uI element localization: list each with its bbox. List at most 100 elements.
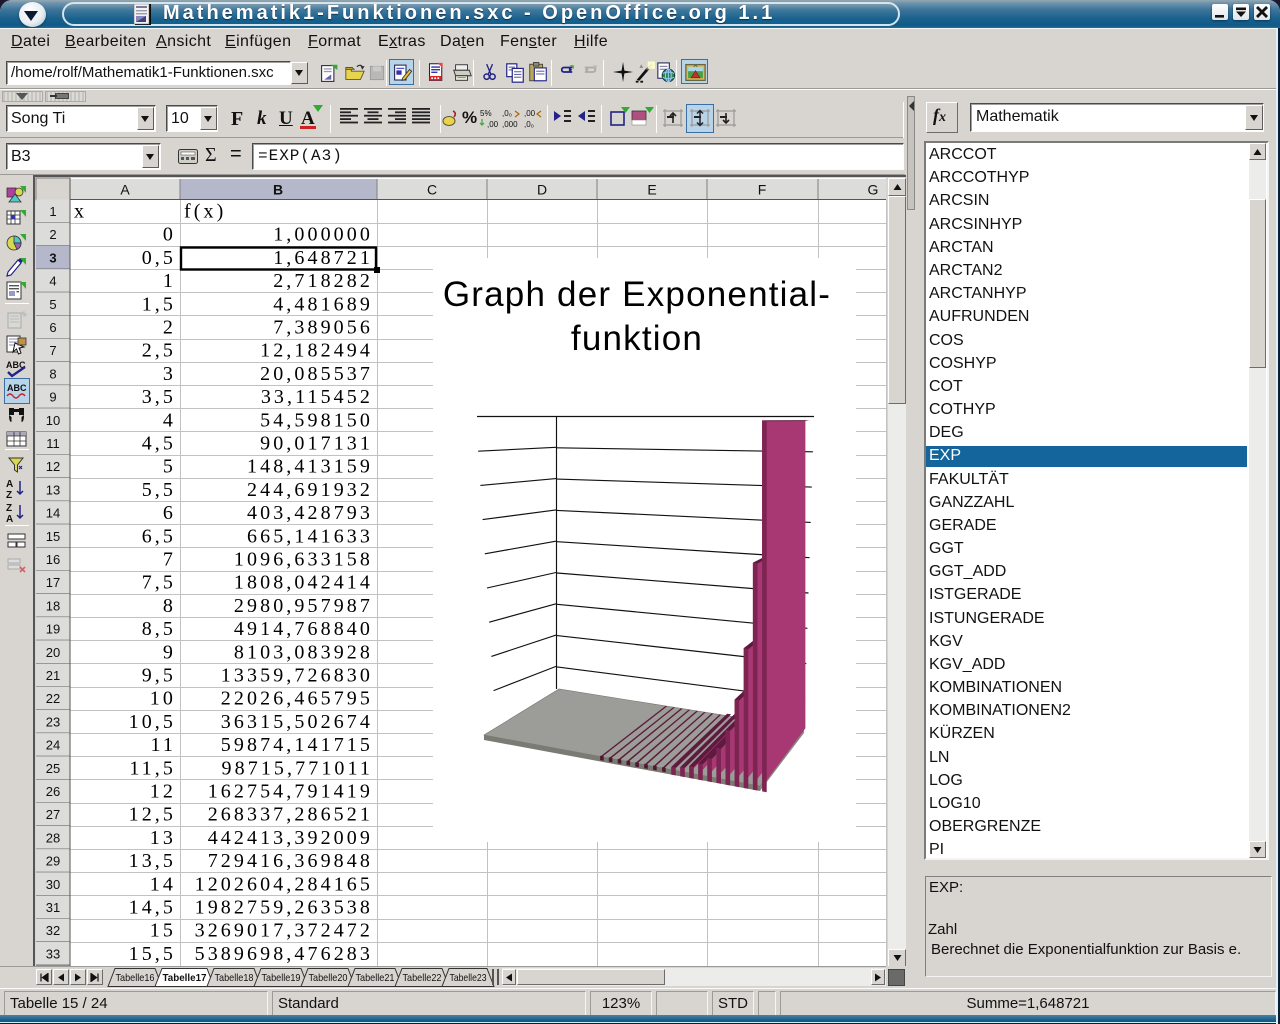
svg-text:7,389056: 7,389056 — [273, 317, 373, 339]
svg-text:54,598150: 54,598150 — [260, 409, 373, 431]
svg-text:10: 10 — [46, 413, 60, 428]
svg-text:31: 31 — [46, 900, 60, 915]
svg-text:,0₀: ,0₀ — [502, 109, 512, 118]
svg-text:21: 21 — [46, 668, 60, 683]
svg-text:6,5: 6,5 — [142, 525, 176, 547]
svg-text:,0₀: ,0₀ — [524, 120, 534, 129]
svg-text:9,5: 9,5 — [142, 665, 176, 687]
svg-text:2,5: 2,5 — [142, 340, 176, 362]
svg-text:D: D — [537, 182, 547, 198]
svg-text:30: 30 — [46, 877, 60, 892]
svg-text:E: E — [647, 182, 656, 198]
svg-text:12,5: 12,5 — [129, 804, 176, 826]
svg-text:18: 18 — [46, 598, 60, 613]
svg-text:1982759,263538: 1982759,263538 — [195, 897, 373, 919]
svg-text:A: A — [6, 514, 13, 523]
svg-text:26: 26 — [46, 784, 60, 799]
svg-text:11: 11 — [151, 734, 176, 756]
svg-text:7,5: 7,5 — [142, 572, 176, 594]
svg-text:funktion: funktion — [571, 319, 703, 358]
svg-text:1,000000: 1,000000 — [273, 224, 373, 246]
svg-text:A: A — [6, 479, 13, 490]
svg-text:,00: ,00 — [524, 109, 536, 118]
svg-text:9: 9 — [49, 390, 56, 405]
svg-text:12: 12 — [150, 781, 176, 803]
svg-text:16: 16 — [46, 552, 60, 567]
svg-text:1096,633158: 1096,633158 — [234, 549, 373, 571]
svg-text:Tabelle16: Tabelle16 — [116, 972, 155, 984]
svg-text:Tabelle20: Tabelle20 — [309, 972, 348, 984]
svg-text:1: 1 — [49, 204, 56, 219]
svg-text:5389698,476283: 5389698,476283 — [195, 943, 373, 965]
svg-text:1808,042414: 1808,042414 — [234, 572, 373, 594]
svg-text:Tabelle18: Tabelle18 — [215, 972, 254, 984]
svg-text:6: 6 — [49, 320, 56, 335]
svg-text:12,182494: 12,182494 — [260, 340, 373, 362]
svg-text:17: 17 — [46, 575, 60, 590]
svg-text:8,5: 8,5 — [142, 618, 176, 640]
svg-text:2: 2 — [49, 227, 56, 242]
svg-text:33: 33 — [46, 946, 60, 961]
svg-text:4914,768840: 4914,768840 — [234, 618, 373, 640]
svg-text:665,141633: 665,141633 — [247, 525, 373, 547]
svg-text:13: 13 — [150, 827, 176, 849]
svg-text:1: 1 — [163, 270, 176, 292]
svg-text:36315,502674: 36315,502674 — [221, 711, 373, 733]
svg-text:ABC: ABC — [7, 383, 27, 393]
svg-text:11,5: 11,5 — [129, 757, 176, 779]
svg-text:14: 14 — [150, 873, 176, 895]
svg-text:5,5: 5,5 — [142, 479, 176, 501]
svg-text:29: 29 — [46, 854, 60, 869]
svg-text:2980,957987: 2980,957987 — [234, 595, 373, 617]
svg-text:20: 20 — [46, 645, 60, 660]
svg-text:Z: Z — [6, 490, 12, 499]
svg-text:148,413159: 148,413159 — [247, 456, 373, 478]
svg-text:244,691932: 244,691932 — [247, 479, 373, 501]
svg-text:1,648721: 1,648721 — [273, 247, 373, 269]
svg-text:27: 27 — [46, 807, 60, 822]
svg-text:10: 10 — [150, 688, 176, 710]
svg-text:22026,465795: 22026,465795 — [221, 688, 373, 710]
svg-text:0,5: 0,5 — [142, 247, 176, 269]
svg-text:B: B — [273, 182, 283, 198]
svg-text:2,718282: 2,718282 — [273, 270, 373, 292]
svg-text:14: 14 — [46, 506, 60, 521]
svg-text:3: 3 — [163, 363, 176, 385]
svg-text:15: 15 — [150, 920, 176, 942]
svg-text:x: x — [74, 201, 87, 223]
svg-text:8: 8 — [49, 366, 56, 381]
svg-text:729416,369848: 729416,369848 — [208, 850, 373, 872]
svg-text:13,5: 13,5 — [129, 850, 176, 872]
svg-text:25: 25 — [46, 761, 60, 776]
svg-text:3269017,372472: 3269017,372472 — [195, 920, 373, 942]
svg-text:23: 23 — [46, 714, 60, 729]
svg-text:13359,726830: 13359,726830 — [221, 665, 373, 687]
svg-text:0: 0 — [163, 224, 176, 246]
svg-text:8: 8 — [163, 595, 176, 617]
svg-text:4: 4 — [49, 274, 56, 289]
svg-text:5%: 5% — [480, 109, 492, 118]
svg-text:15,5: 15,5 — [129, 943, 176, 965]
svg-text:13: 13 — [46, 482, 60, 497]
svg-text:4: 4 — [163, 409, 176, 431]
svg-text:11: 11 — [46, 436, 60, 451]
svg-text:C: C — [427, 182, 437, 198]
svg-text:10,5: 10,5 — [129, 711, 176, 733]
svg-text:Z: Z — [6, 503, 12, 514]
svg-text:4,5: 4,5 — [142, 433, 176, 455]
svg-text:28: 28 — [46, 830, 60, 845]
svg-text:20,085537: 20,085537 — [260, 363, 373, 385]
svg-text:G: G — [868, 182, 879, 198]
svg-text:33,115452: 33,115452 — [261, 386, 373, 408]
svg-text:32: 32 — [46, 923, 60, 938]
svg-text:F: F — [758, 182, 767, 198]
svg-text:14,5: 14,5 — [129, 897, 176, 919]
svg-text:2: 2 — [163, 317, 176, 339]
svg-text:7: 7 — [49, 343, 56, 358]
svg-text:3,5: 3,5 — [142, 386, 176, 408]
svg-text:Tabelle21: Tabelle21 — [356, 972, 395, 984]
svg-text:,00: ,00 — [487, 120, 498, 129]
svg-text:7: 7 — [163, 549, 176, 571]
svg-text:Graph der Exponential-: Graph der Exponential- — [443, 275, 831, 314]
svg-text:59874,141715: 59874,141715 — [221, 734, 373, 756]
